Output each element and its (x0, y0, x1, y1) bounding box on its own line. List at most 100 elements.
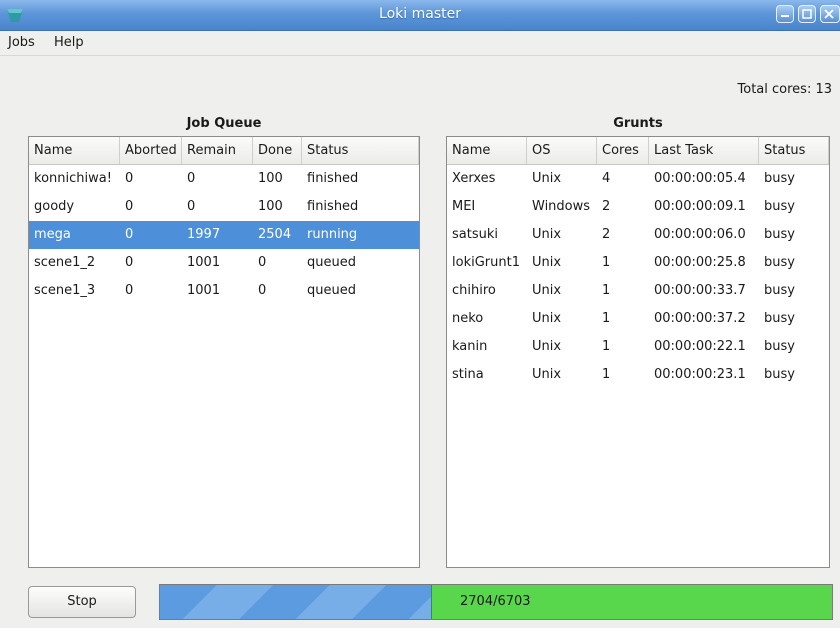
grunts-cell: 2 (602, 199, 611, 214)
grunts-cell: 00:00:00:06.0 (654, 227, 746, 242)
job-queue-cell: finished (307, 171, 359, 186)
grunts-cell: busy (764, 367, 795, 382)
job-queue-row[interactable]: scene1_3 0 1001 0 queued (29, 277, 419, 305)
grunts-cell: satsuki (452, 227, 498, 242)
grunts-row[interactable]: chihiro Unix 1 00:00:00:33.7 busy (447, 277, 829, 305)
grunts-row[interactable]: satsuki Unix 2 00:00:00:06.0 busy (447, 221, 829, 249)
grunts-cell: 1 (602, 255, 611, 270)
job-queue-title: Job Queue (186, 116, 262, 131)
grunts-cell: 00:00:00:25.8 (654, 255, 746, 270)
grunts-row[interactable]: neko Unix 1 00:00:00:37.2 busy (447, 305, 829, 333)
grunts-cell: 4 (602, 171, 611, 186)
grunts-cell: busy (764, 311, 795, 326)
menu-jobs[interactable]: Jobs (8, 35, 35, 50)
job-queue-cell: 0 (125, 199, 134, 214)
minimize-button[interactable] (776, 5, 794, 23)
close-button[interactable] (820, 5, 840, 23)
grunts-cell: Windows (532, 199, 591, 214)
grunts-cell: Unix (532, 339, 562, 354)
grunts-cell: 1 (602, 283, 611, 298)
grunts-cell: 1 (602, 339, 611, 354)
maximize-icon (802, 9, 812, 19)
grunts-col-last-task[interactable]: Last Task (649, 137, 759, 164)
job-queue-cell: 0 (125, 283, 134, 298)
window-title: Loki master (379, 6, 461, 22)
job-queue-cell: 1001 (187, 255, 221, 270)
total-cores-label: Total cores: 13 (737, 82, 832, 97)
job-queue-cell: 0 (125, 255, 134, 270)
grunts-cell: Unix (532, 367, 562, 382)
job-queue-col-done[interactable]: Done (253, 137, 302, 164)
stop-button[interactable]: Stop (28, 586, 136, 618)
grunts-cell: Unix (532, 255, 562, 270)
job-queue-header: Name Aborted Remain Done Status (29, 137, 419, 165)
grunts-row[interactable]: lokiGrunt1 Unix 1 00:00:00:25.8 busy (447, 249, 829, 277)
grunts-cell: Unix (532, 227, 562, 242)
grunts-cell: 00:00:00:23.1 (654, 367, 746, 382)
job-queue-cell: 0 (187, 199, 196, 214)
job-queue-cell: 0 (258, 283, 267, 298)
minimize-icon (781, 15, 789, 17)
job-queue-cell: finished (307, 199, 359, 214)
grunts-cell: stina (452, 367, 484, 382)
close-icon (824, 9, 834, 19)
job-queue-cell: running (307, 227, 358, 242)
job-queue-col-aborted[interactable]: Aborted (120, 137, 182, 164)
grunts-cell: 1 (602, 367, 611, 382)
job-queue-cell: 0 (125, 227, 134, 242)
job-queue-cell: 0 (258, 255, 267, 270)
grunts-col-status[interactable]: Status (759, 137, 829, 164)
menu-bar: Jobs Help (0, 31, 840, 56)
grunts-cell: busy (764, 339, 795, 354)
grunts-cell: busy (764, 227, 795, 242)
grunts-cell: Unix (532, 311, 562, 326)
progress-label: 2704/6703 (460, 594, 531, 609)
job-queue-cell: 1997 (187, 227, 221, 242)
grunts-cell: busy (764, 171, 795, 186)
job-queue-cell: 2504 (258, 227, 292, 242)
job-queue-cell: scene1_3 (34, 283, 96, 298)
grunts-cell: 00:00:00:37.2 (654, 311, 746, 326)
grunts-cell: 00:00:00:33.7 (654, 283, 746, 298)
job-queue-cell: queued (307, 283, 356, 298)
job-queue-row[interactable]: mega 0 1997 2504 running (29, 221, 419, 249)
job-queue-table[interactable]: Name Aborted Remain Done Status konnichiwa! 0… (28, 136, 420, 568)
grunts-cell: chihiro (452, 283, 496, 298)
grunts-row[interactable]: Xerxes Unix 4 00:00:00:05.4 busy (447, 165, 829, 193)
grunts-cell: lokiGrunt1 (452, 255, 520, 270)
grunts-cell: 00:00:00:22.1 (654, 339, 746, 354)
job-queue-col-status[interactable]: Status (302, 137, 419, 164)
job-queue-cell: 100 (258, 171, 283, 186)
grunts-row[interactable]: stina Unix 1 00:00:00:23.1 busy (447, 361, 829, 389)
grunts-cell: busy (764, 199, 795, 214)
grunts-cell: Unix (532, 283, 562, 298)
grunts-row[interactable]: kanin Unix 1 00:00:00:22.1 busy (447, 333, 829, 361)
job-queue-cell: 0 (125, 171, 134, 186)
menu-help[interactable]: Help (54, 35, 84, 50)
maximize-button[interactable] (798, 5, 816, 23)
job-queue-cell: queued (307, 255, 356, 270)
job-queue-row[interactable]: scene1_2 0 1001 0 queued (29, 249, 419, 277)
grunts-cell: MEI (452, 199, 476, 214)
grunts-cell: 2 (602, 227, 611, 242)
job-queue-cell: mega (34, 227, 71, 242)
grunts-cell: kanin (452, 339, 488, 354)
grunts-col-name[interactable]: Name (447, 137, 527, 164)
grunts-col-cores[interactable]: Cores (597, 137, 649, 164)
job-queue-cell: scene1_2 (34, 255, 96, 270)
job-queue-row[interactable]: goody 0 0 100 finished (29, 193, 419, 221)
progress-fill (160, 585, 433, 619)
grunts-cell: Unix (532, 171, 562, 186)
grunts-cell: neko (452, 311, 484, 326)
grunts-col-os[interactable]: OS (527, 137, 597, 164)
job-queue-cell: 1001 (187, 283, 221, 298)
job-queue-col-remain[interactable]: Remain (182, 137, 253, 164)
grunts-row[interactable]: MEI Windows 2 00:00:00:09.1 busy (447, 193, 829, 221)
grunts-cell: 1 (602, 311, 611, 326)
job-queue-row[interactable]: konnichiwa! 0 0 100 finished (29, 165, 419, 193)
grunts-header: Name OS Cores Last Task Status (447, 137, 829, 165)
job-queue-col-name[interactable]: Name (29, 137, 120, 164)
grunts-cell: busy (764, 283, 795, 298)
grunts-table[interactable]: Name OS Cores Last Task Status Xerxes Unix 4 00… (446, 136, 830, 568)
title-bar: Loki master (0, 0, 840, 31)
